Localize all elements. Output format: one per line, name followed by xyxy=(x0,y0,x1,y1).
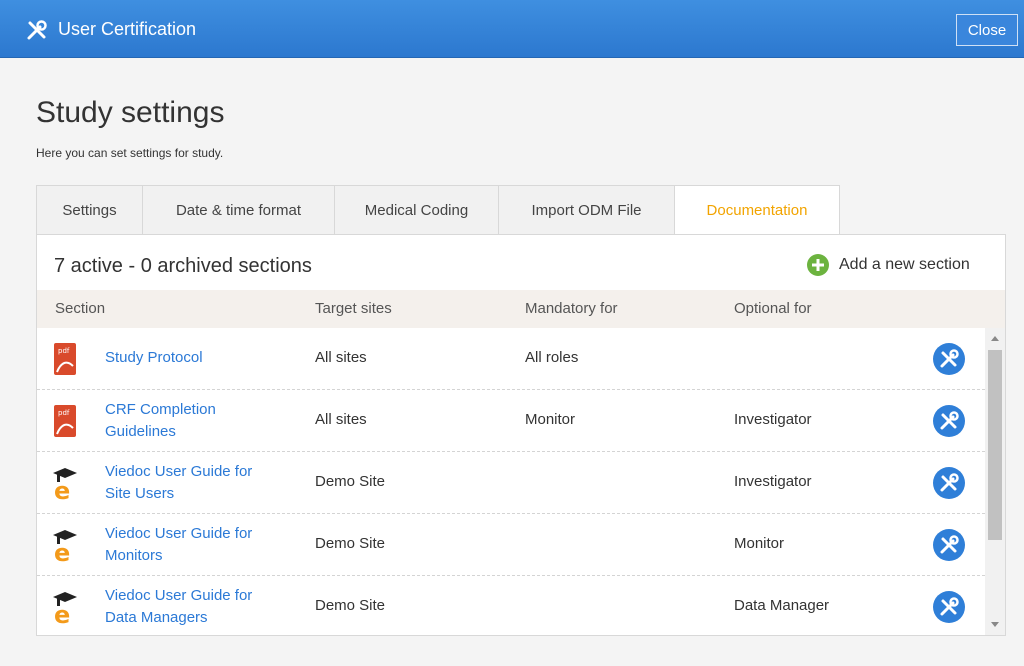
scrollbar-thumb[interactable] xyxy=(988,350,1002,540)
close-button[interactable]: Close xyxy=(956,14,1018,46)
svg-text:e: e xyxy=(54,601,70,624)
title-bar: User Certification Close xyxy=(0,0,1024,58)
target-sites-cell: Demo Site xyxy=(315,473,386,490)
section-count: 7 active - 0 archived sections xyxy=(54,255,312,277)
page-title: Study settings xyxy=(36,96,225,129)
svg-text:pdf: pdf xyxy=(58,347,70,355)
edit-section-button[interactable] xyxy=(933,529,965,561)
tab-import-odm-file[interactable]: Import ODM File xyxy=(498,185,674,235)
table-row: e Viedoc User Guide for Site Users Demo … xyxy=(37,452,985,514)
svg-text:e: e xyxy=(54,539,70,562)
svg-text:e: e xyxy=(54,477,70,500)
header-section: Section xyxy=(55,300,106,317)
header-optional-for: Optional for xyxy=(734,300,812,317)
elearning-icon: e xyxy=(53,592,77,624)
optional-for-cell: Investigator xyxy=(734,473,812,490)
section-link-user-guide-site-users[interactable]: Viedoc User Guide for Site Users xyxy=(105,461,295,505)
mandatory-for-cell: Monitor xyxy=(525,411,576,428)
edit-section-button[interactable] xyxy=(933,467,965,499)
tab-medical-coding[interactable]: Medical Coding xyxy=(334,185,498,235)
target-sites-cell: Demo Site xyxy=(315,597,386,614)
scroll-down-arrow-icon[interactable] xyxy=(991,622,999,627)
settings-tabs: Settings Date & time format Medical Codi… xyxy=(36,185,840,235)
optional-for-cell: Data Manager xyxy=(734,597,830,614)
table-header: Section Target sites Mandatory for Optio… xyxy=(37,290,1005,328)
tab-date-time-format[interactable]: Date & time format xyxy=(142,185,334,235)
header-target-sites: Target sites xyxy=(315,300,392,317)
table-row: pdf Study Protocol All sites All roles xyxy=(37,328,985,390)
elearning-icon: e xyxy=(53,530,77,562)
add-section-label: Add a new section xyxy=(839,256,970,273)
edit-section-button[interactable] xyxy=(933,343,965,375)
table-row: e Viedoc User Guide for Monitors Demo Si… xyxy=(37,514,985,576)
tab-documentation[interactable]: Documentation xyxy=(674,185,840,235)
mandatory-for-cell: All roles xyxy=(525,349,579,366)
optional-for-cell: Investigator xyxy=(734,411,812,428)
optional-for-cell: Monitor xyxy=(734,535,785,552)
svg-text:pdf: pdf xyxy=(58,409,70,417)
elearning-icon: e xyxy=(53,468,77,500)
section-link-user-guide-data-managers[interactable]: Viedoc User Guide for Data Managers xyxy=(105,585,295,629)
section-link-user-guide-monitors[interactable]: Viedoc User Guide for Monitors xyxy=(105,523,295,567)
target-sites-cell: All sites xyxy=(315,411,367,428)
tab-settings[interactable]: Settings xyxy=(36,185,142,235)
table-row: e Viedoc User Guide for Data Managers De… xyxy=(37,576,985,638)
page-subtitle: Here you can set settings for study. xyxy=(36,146,224,160)
header-mandatory-for: Mandatory for xyxy=(525,300,618,317)
pdf-icon: pdf xyxy=(54,405,76,437)
section-link-crf-completion-guidelines[interactable]: CRF Completion Guidelines xyxy=(105,399,295,443)
edit-section-button[interactable] xyxy=(933,591,965,623)
scroll-up-arrow-icon[interactable] xyxy=(991,336,999,341)
add-section-button[interactable]: Add a new section xyxy=(807,254,970,276)
section-link-study-protocol[interactable]: Study Protocol xyxy=(105,347,295,369)
window-title: User Certification xyxy=(58,19,197,39)
table-scrollbar[interactable] xyxy=(985,328,1005,635)
documentation-panel: 7 active - 0 archived sections Add a new… xyxy=(36,234,1006,636)
tools-icon xyxy=(27,20,47,40)
plus-circle-icon xyxy=(807,254,829,276)
target-sites-cell: Demo Site xyxy=(315,535,386,552)
table-row: pdf CRF Completion Guidelines All sites … xyxy=(37,390,985,452)
target-sites-cell: All sites xyxy=(315,349,367,366)
edit-section-button[interactable] xyxy=(933,405,965,437)
pdf-icon: pdf xyxy=(54,343,76,375)
